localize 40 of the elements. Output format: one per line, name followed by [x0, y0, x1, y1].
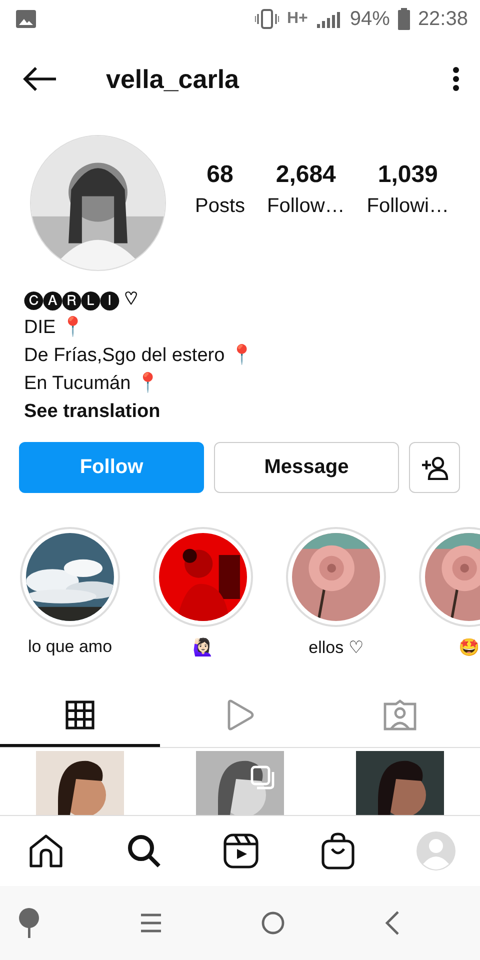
username-title: vella_carla [106, 64, 240, 94]
more-options-button[interactable] [452, 66, 460, 92]
message-button[interactable]: Message [214, 442, 399, 493]
image-icon [16, 10, 36, 28]
home-circle-icon[interactable] [261, 911, 286, 935]
stat-label[interactable]: Follow… [266, 194, 345, 218]
menu-icon[interactable] [138, 913, 163, 933]
see-translation-link[interactable]: See translation [24, 400, 456, 424]
home-icon[interactable] [28, 833, 64, 869]
shopping-bag-icon[interactable] [320, 832, 354, 870]
person-tag-icon [383, 698, 417, 730]
highlight-label: lo que amo [28, 637, 112, 657]
highlight-label: ellos ♡ [308, 637, 364, 657]
stat-count: 1,039 [378, 160, 438, 188]
grid-icon [65, 700, 95, 730]
stat-count: 68 [206, 160, 234, 188]
story-highlight[interactable] [153, 527, 253, 627]
signal-icon [316, 10, 342, 28]
highlight-label: 🙋🏻‍♀ [192, 637, 214, 657]
stat-label[interactable]: Posts [194, 194, 246, 218]
add-person-icon [420, 456, 448, 480]
bio-line: DIE 📍 [24, 316, 86, 340]
network-type: H+ [287, 10, 308, 28]
pin-icon[interactable] [18, 908, 40, 938]
highlight-label: 🤩 [458, 637, 480, 657]
vibrate-icon [255, 8, 279, 30]
story-highlight[interactable] [20, 527, 120, 627]
bio-line: 🅒🅐🅡🅛🅘 ♡ [24, 288, 138, 312]
reels-icon[interactable] [223, 833, 259, 869]
search-icon[interactable] [126, 833, 162, 869]
bio-line: De Frías,Sgo del estero 📍 [24, 344, 255, 368]
play-icon [225, 698, 255, 730]
battery-icon [398, 8, 410, 30]
back-button[interactable] [22, 67, 58, 91]
stat-count: 2,684 [276, 160, 336, 188]
bio-line: En Tucumán 📍 [24, 372, 161, 396]
stat-label[interactable]: Followi… [366, 194, 449, 218]
add-person-button[interactable] [409, 442, 460, 493]
clock: 22:38 [418, 8, 468, 30]
battery-percent: 94% [350, 8, 390, 30]
